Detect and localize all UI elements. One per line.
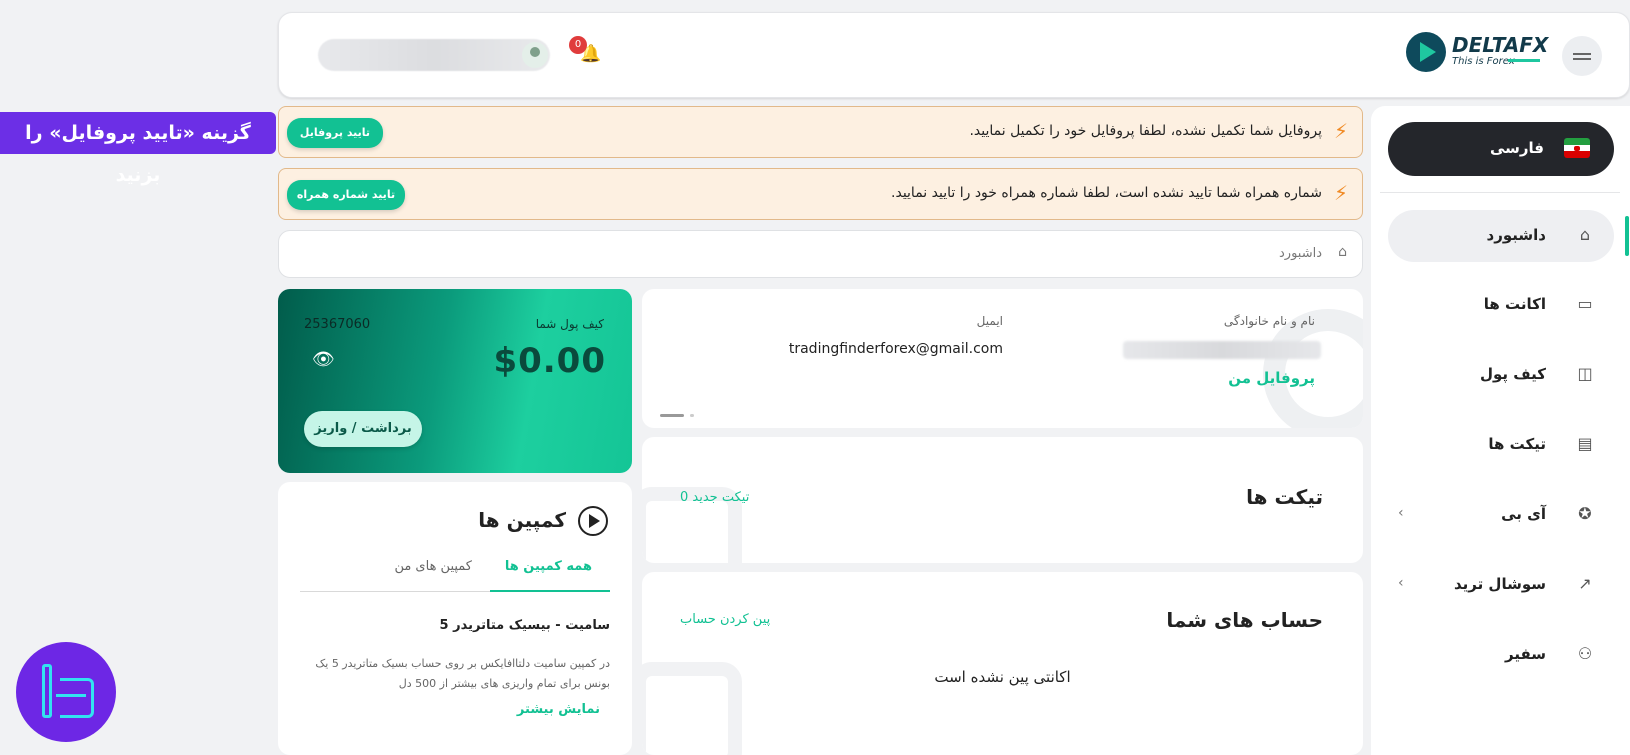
instruction-annotation: گزینه «تایید پروفایل» را بزنید [0,112,276,186]
notification-badge: 0 [569,36,587,54]
home-icon[interactable]: ⌂ [1338,244,1347,260]
brand-logo[interactable]: DELTAFX This is Forex [1406,30,1548,76]
pin-account-link[interactable]: پین کردن حساب [680,612,770,627]
accounts-icon: ▭ [1577,294,1593,313]
new-tickets-link[interactable]: 0 تیکت جدید [680,490,749,505]
user-menu[interactable] [318,39,550,71]
tab-all-campaigns[interactable]: همه کمپین ها [505,559,592,574]
chevron-left-icon: ‹ [1398,575,1404,591]
wallet-id: 25367060 [304,317,371,332]
profile-card: نام و نام خانوادگی ایمیل tradingfinderfo… [642,289,1363,428]
verify-profile-button[interactable]: تایید پروفایل [287,118,383,148]
eye-icon[interactable]: 👁 [312,349,335,371]
sidebar-item-accounts[interactable]: ▭ اکانت ها [1388,279,1614,331]
ticket-icon: ▤ [1577,434,1593,453]
lightning-icon: ⚡ [1333,181,1348,205]
sidebar-item-tickets[interactable]: ▤ تیکت ها [1388,419,1614,471]
campaigns-card: کمپین ها همه کمپین ها کمپین های من سامیت… [278,482,632,755]
sidebar-item-wallet[interactable]: ◫ کیف پول [1388,349,1614,401]
logo-mark-icon [1406,32,1446,72]
accounts-card: حساب های شما پین کردن حساب اکانتی پین نش… [642,572,1363,755]
lightning-icon: ⚡ [1333,119,1348,143]
play-circle-icon [578,506,608,536]
empty-accounts-text: اکانتی پین نشده است [934,668,1071,686]
avatar[interactable] [522,42,548,68]
watermark-logo [16,642,116,742]
menu-toggle-button[interactable] [1562,36,1602,76]
verify-phone-button[interactable]: تایید شماره همراه [287,180,405,210]
sidebar-item-dashboard[interactable]: ⌂ داشبورد [1388,210,1614,262]
iran-flag-icon [1564,138,1590,158]
wallet-card: کیف پول شما 25367060 $0.00 👁 برداشت / وا… [278,289,632,473]
wallet-balance: $0.00 [493,341,606,381]
badge-icon: ✪ [1578,504,1592,523]
users-icon: ⚇ [1577,644,1593,663]
tickets-card: تیکت ها 0 تیکت جدید [642,437,1363,563]
my-profile-link[interactable]: پروفایل من [1228,369,1315,387]
campaign-description: در کمپین سامیت دلتاافایکس بر روی حساب بس… [315,657,610,690]
trend-icon: ↗ [1578,574,1592,593]
sidebar-item-social-trade[interactable]: ‹ ↗ سوشال ترید [1388,559,1614,611]
name-label: نام و نام خانوادگی [1223,314,1315,328]
campaign-title: سامیت - بیسیک متاتریدر 5 [439,618,610,633]
show-more-link[interactable]: نمایش بیشتر [517,702,600,717]
sidebar-item-ambassador[interactable]: ⚇ سفیر [1388,629,1614,681]
active-indicator [1625,216,1629,256]
language-selector[interactable]: فارسی [1388,122,1614,176]
home-icon: ⌂ [1579,225,1591,244]
name-value-redacted [1123,341,1321,359]
profile-incomplete-alert: ⚡ پروفایل شما تکمیل نشده، لطفا پروفایل خ… [278,106,1363,158]
withdraw-deposit-button[interactable]: برداشت / واریز [304,411,422,447]
carousel-dots[interactable] [660,405,700,424]
chevron-left-icon: ‹ [1398,505,1404,521]
sidebar-item-ib[interactable]: ‹ ✪ آی بی [1388,489,1614,541]
phone-unverified-alert: ⚡ شماره همراه شما تایید نشده است، لطفا ش… [278,168,1363,220]
tab-my-campaigns[interactable]: کمپین های من [394,559,472,574]
email-label: ایمیل [976,314,1003,328]
email-value: tradingfinderforex@gmail.com [788,341,1003,357]
wallet-icon: ◫ [1577,364,1593,383]
breadcrumb: ⌂ داشبورد [278,230,1363,278]
